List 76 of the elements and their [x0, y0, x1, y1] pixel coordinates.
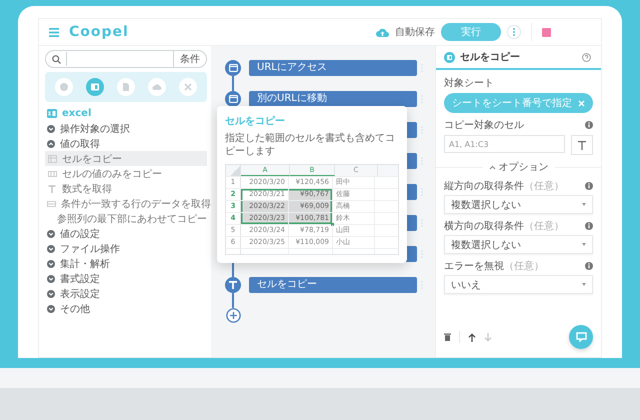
action-item[interactable]: 参照列の最下部にあわせてコピー [45, 211, 207, 226]
category-item[interactable]: ファイル操作 [45, 241, 207, 256]
chat-button[interactable] [569, 325, 593, 349]
section-title: excel [62, 108, 92, 119]
document-icon [120, 82, 131, 92]
action-item[interactable]: 数式を取得 [45, 181, 207, 196]
cloud-tab[interactable] [148, 78, 166, 96]
document-tab[interactable] [116, 78, 135, 96]
cloud-upload-icon [376, 28, 389, 36]
search-field[interactable]: 条件 [45, 50, 207, 68]
options-toggle[interactable]: オプション [482, 160, 554, 174]
category-item[interactable]: その他 [45, 301, 207, 316]
optional-note: （任意） [524, 180, 564, 193]
step-bar[interactable]: セルをコピー [249, 277, 417, 293]
category-item[interactable]: 値の設定 [45, 226, 207, 241]
text-icon [229, 281, 237, 289]
spreadsheet-icon [90, 82, 100, 92]
step-bar[interactable]: URLにアクセス [249, 60, 417, 76]
chevron-icon [488, 164, 496, 170]
category-item[interactable]: 値の取得 [45, 136, 207, 151]
close-icon[interactable] [578, 100, 585, 106]
action-item[interactable]: セルをコピー [45, 151, 207, 166]
caret-icon [582, 283, 586, 286]
category-item[interactable]: 集計・解析 [45, 256, 207, 271]
text-icon [48, 184, 56, 192]
table-icon [48, 154, 56, 162]
trash-icon[interactable] [444, 333, 451, 341]
add-step-icon[interactable] [226, 308, 240, 323]
popup-title: セルをコピー [225, 114, 286, 128]
category-item[interactable]: 表示設定 [45, 286, 207, 301]
arrow-up-icon[interactable] [468, 332, 476, 342]
help-icon[interactable] [582, 52, 591, 62]
dropdown-field[interactable]: いいえ [444, 275, 593, 294]
field-label: エラーを無視 [444, 260, 504, 273]
browser-window-icon [228, 95, 238, 103]
chat-icon [576, 332, 586, 342]
panel-title: セルをコピー [460, 50, 520, 64]
caret-icon [582, 243, 586, 246]
info-icon [585, 121, 593, 129]
popup-description: 指定した範囲のセルを書式も含めてコピーします [225, 132, 396, 158]
excel-tab[interactable] [86, 78, 104, 96]
filter-button[interactable]: 条件 [173, 51, 206, 67]
field-label: 縦方向の取得条件 [444, 180, 524, 193]
browser-window-icon [228, 64, 238, 72]
text-step-node[interactable] [225, 277, 241, 293]
tools-tab[interactable] [178, 78, 197, 96]
dropdown-field[interactable]: 複数選択しない [444, 235, 593, 254]
user-avatar[interactable] [542, 28, 551, 36]
text-mode-button[interactable] [571, 135, 593, 155]
field-label: 横方向の取得条件 [444, 220, 524, 233]
autosave-label: 自動保存 [395, 26, 435, 39]
optional-note: （任意） [524, 220, 564, 233]
info-icon [585, 222, 593, 230]
search-icon [52, 54, 61, 64]
more-icon[interactable] [507, 25, 521, 39]
cloud-icon [152, 82, 162, 92]
step-bar[interactable]: 別のURLに移動 [249, 91, 417, 107]
dropdown-field[interactable]: 複数選択しない [444, 195, 593, 214]
category-item[interactable]: 書式設定 [45, 271, 207, 286]
globe-tab[interactable] [55, 78, 74, 96]
table-icon [48, 170, 56, 176]
menu-icon[interactable] [49, 28, 59, 36]
category-item[interactable]: 操作対象の選択 [45, 121, 207, 136]
field-label: 対象シート [444, 76, 495, 90]
rows-icon [47, 200, 56, 206]
info-icon [585, 262, 593, 270]
browser-step-node[interactable] [225, 91, 241, 107]
caret-icon [582, 203, 586, 206]
app-logo: Coopel [69, 24, 129, 40]
browser-step-node[interactable] [225, 60, 241, 76]
action-item[interactable]: セルの値のみをコピー [45, 166, 207, 181]
info-icon [585, 182, 593, 190]
field-label: コピー対象のセル [444, 118, 524, 132]
text-icon [578, 140, 586, 150]
cell-input[interactable]: A1, A1:C3 [444, 135, 565, 153]
optional-note: （任意） [504, 260, 544, 273]
